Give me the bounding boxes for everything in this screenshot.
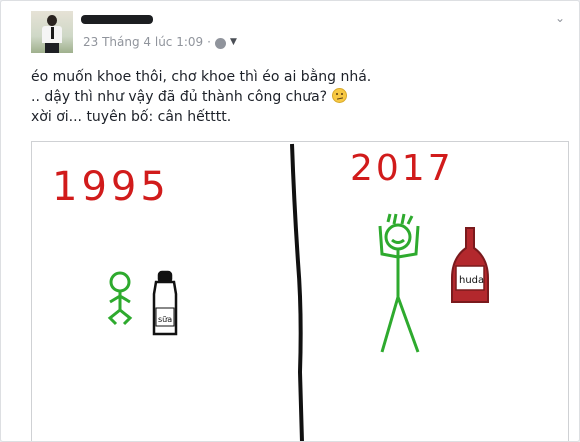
milk-bottle — [152, 270, 178, 336]
globe-icon[interactable] — [215, 37, 226, 49]
post-text: éo muốn khoe thôi, chơ khoe thì éo ai bằ… — [31, 67, 551, 127]
post-meta: 23 Tháng 4 lúc 1:09 · ▼ — [83, 35, 237, 49]
chevron-down-icon[interactable]: ⌄ — [553, 11, 567, 25]
avatar[interactable] — [31, 11, 73, 53]
beer-bottle-label: huda — [459, 275, 484, 286]
baby-figure — [107, 271, 133, 326]
beer-bottle — [451, 227, 489, 303]
year-left-label: 1995 — [52, 164, 170, 210]
adult-figure — [378, 213, 420, 353]
post-photo[interactable]: 1995 2017 sữa huda — [31, 141, 569, 441]
divider-line — [290, 143, 304, 441]
year-right-label: 2017 — [350, 148, 454, 189]
confused-emoji-icon — [331, 88, 347, 103]
feed-post: 23 Tháng 4 lúc 1:09 · ▼ ⌄ éo muốn khoe t… — [0, 0, 580, 442]
post-text-line: éo muốn khoe thôi, chơ khoe thì éo ai bằ… — [31, 69, 372, 85]
drawing-canvas: 1995 2017 sữa huda — [52, 143, 489, 441]
post-timestamp[interactable]: 23 Tháng 4 lúc 1:09 — [83, 35, 203, 49]
milk-bottle-label: sữa — [158, 315, 172, 324]
meta-separator: · — [207, 35, 211, 49]
caret-down-icon[interactable]: ▼ — [230, 37, 237, 47]
post-text-line: .. dậy thì như vậy đã đủ thành công chưa… — [31, 87, 551, 107]
post-text-line: xời ơi... tuyên bố: cân hếtttt. — [31, 109, 232, 125]
author-name-redacted[interactable] — [81, 15, 153, 24]
